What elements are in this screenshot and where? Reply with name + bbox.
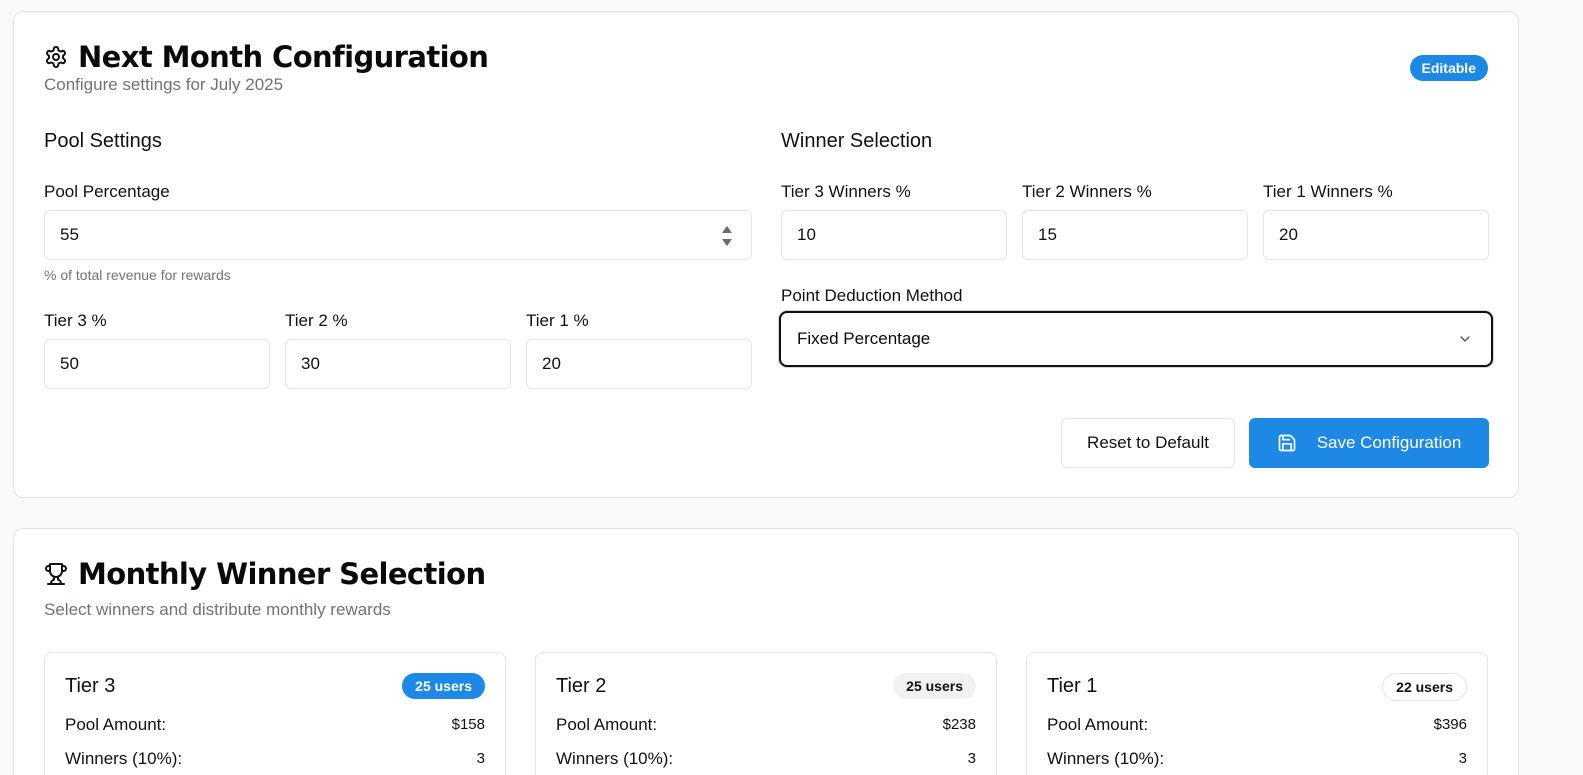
save-button[interactable]: Save Configuration [1249,418,1489,468]
pool-percentage-label: Pool Percentage [44,182,170,201]
pool-amount-label: Pool Amount: [65,715,167,734]
winners-subtitle: Select winners and distribute monthly re… [44,600,391,619]
pool-percentage-input[interactable]: 55 [44,210,752,260]
winners-count-label: Winners (10%): [556,749,674,768]
users-count-badge: 22 users [1382,673,1467,701]
config-subtitle: Configure settings for July 2025 [44,75,284,94]
spinner-arrows-icon[interactable] [721,224,733,248]
tier3-percent-input[interactable]: 50 [44,339,270,389]
winner-selection-heading: Winner Selection [781,130,933,152]
winners-count-label: Winners (10%): [65,749,183,768]
tier-name: Tier 2 [556,675,607,697]
gear-icon [44,45,68,69]
save-icon [1277,433,1297,453]
pool-amount-value: $396 [1433,716,1467,733]
tier1-percent-label: Tier 1 % [526,311,589,330]
tier2-winners-input[interactable]: 15 [1022,210,1248,260]
deduction-method-select[interactable]: Fixed Percentage [779,311,1493,367]
tier-name: Tier 3 [65,675,116,697]
winners-count-value: 3 [476,750,485,767]
users-count-badge: 25 users [402,673,485,699]
tier2-winners-label: Tier 2 Winners % [1022,182,1152,201]
winners-count-value: 3 [1458,750,1467,767]
pool-settings-heading: Pool Settings [44,130,162,152]
trophy-icon [44,562,68,586]
deduction-method-label: Point Deduction Method [781,286,963,305]
pool-percentage-value: 55 [60,225,79,244]
tier2-percent-input[interactable]: 30 [285,339,511,389]
tier3-winners-label: Tier 3 Winners % [781,182,911,201]
tier1-percent-input[interactable]: 20 [526,339,752,389]
winners-count-value: 3 [967,750,976,767]
config-title: Next Month Configuration [44,40,489,74]
users-count-badge: 25 users [893,673,976,699]
tier1-winners-input[interactable]: 20 [1263,210,1489,260]
pool-percentage-hint: % of total revenue for rewards [44,267,231,283]
tier1-card: Tier 1 22 users Pool Amount: $396 Winner… [1026,652,1488,775]
chevron-down-icon [1457,331,1473,347]
status-badge: Editable [1409,55,1488,81]
tier1-winners-label: Tier 1 Winners % [1263,182,1393,201]
tier3-percent-label: Tier 3 % [44,311,107,330]
config-title-text: Next Month Configuration [78,40,489,74]
pool-amount-label: Pool Amount: [1047,715,1149,734]
pool-amount-label: Pool Amount: [556,715,658,734]
tier2-percent-label: Tier 2 % [285,311,348,330]
tier-name: Tier 1 [1047,675,1098,697]
save-button-label: Save Configuration [1316,433,1462,452]
winners-count-label: Winners (10%): [1047,749,1165,768]
tier3-card: Tier 3 25 users Pool Amount: $158 Winner… [44,652,506,775]
tier2-card: Tier 2 25 users Pool Amount: $238 Winner… [535,652,997,775]
winners-title-text: Monthly Winner Selection [78,557,486,591]
pool-amount-value: $238 [942,716,976,733]
winners-title: Monthly Winner Selection [44,557,486,591]
tier3-winners-input[interactable]: 10 [781,210,1007,260]
pool-amount-value: $158 [451,716,485,733]
winner-selection-card: Monthly Winner Selection Select winners … [13,528,1519,775]
configuration-card: Next Month Configuration Configure setti… [13,11,1519,498]
deduction-method-value: Fixed Percentage [797,329,931,348]
reset-button[interactable]: Reset to Default [1061,418,1235,468]
